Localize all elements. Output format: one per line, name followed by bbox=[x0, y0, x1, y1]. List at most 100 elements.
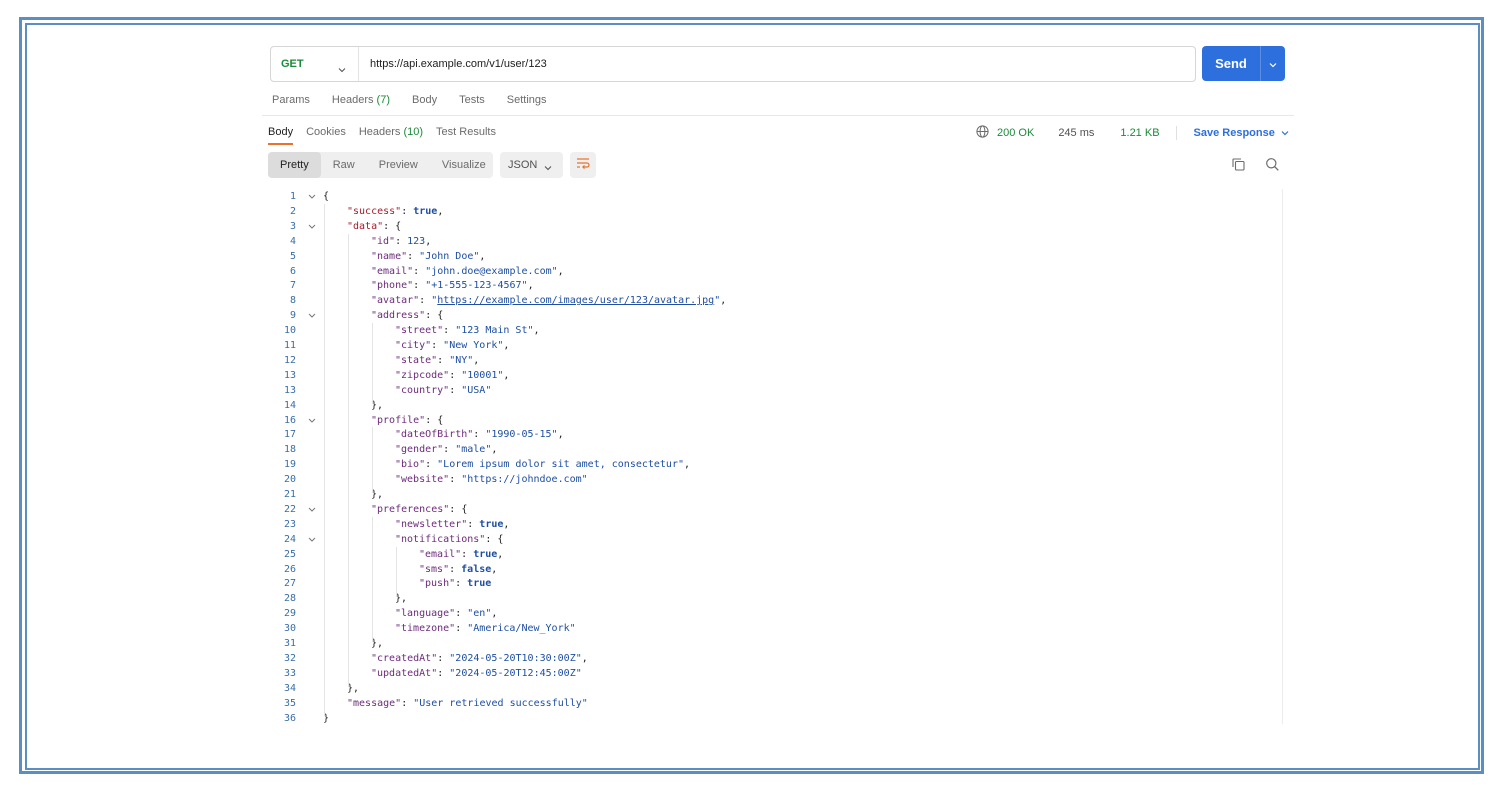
tab-response-headers[interactable]: Headers (10) bbox=[359, 126, 423, 145]
save-response-button[interactable]: Save Response bbox=[1194, 127, 1275, 139]
view-pretty-button[interactable]: Pretty bbox=[268, 152, 321, 178]
code-line: 27 "push": true bbox=[270, 576, 1270, 591]
line-number: 8 bbox=[289, 295, 296, 307]
code-token: "id" bbox=[371, 235, 396, 247]
format-select[interactable]: JSON bbox=[500, 152, 563, 178]
code-line: 23 "newsletter": true, bbox=[270, 517, 1270, 532]
response-body-viewer[interactable]: 1{2 "success": true, 3 "data": {4 "id": 123,… bbox=[270, 189, 1283, 724]
line-number: 17 bbox=[283, 429, 296, 441]
code-line: 20 "website": "https://johndoe.com" bbox=[270, 472, 1270, 487]
code-token: , bbox=[557, 429, 564, 441]
tab-test-results[interactable]: Test Results bbox=[436, 126, 496, 145]
code-token: : { bbox=[425, 310, 444, 322]
code-line: 21}, bbox=[270, 487, 1270, 502]
indent-guide bbox=[372, 516, 373, 642]
code-line: 25 "email": true, bbox=[270, 547, 1270, 562]
globe-icon[interactable] bbox=[976, 125, 989, 141]
code-token: "John Doe" bbox=[419, 250, 480, 262]
line-number: 10 bbox=[283, 325, 296, 337]
view-mode-group: Pretty Raw Preview Visualize bbox=[268, 152, 493, 178]
line-number: 9 bbox=[289, 310, 296, 322]
tab-settings[interactable]: Settings bbox=[507, 94, 547, 112]
code-token: "123 Main St" bbox=[455, 325, 534, 337]
meta-separator bbox=[1175, 126, 1177, 140]
code-line: 8 "avatar": "https://example.com/images/u… bbox=[270, 293, 1270, 308]
status-code[interactable]: 200 OK bbox=[997, 127, 1034, 139]
code-token: : bbox=[461, 548, 474, 560]
code-text: "street": "123 Main St", bbox=[395, 323, 540, 338]
code-token: : bbox=[419, 295, 432, 307]
code-text: "notifications": { bbox=[395, 532, 503, 547]
wrap-lines-button[interactable] bbox=[570, 152, 596, 178]
code-token: : bbox=[413, 265, 426, 277]
code-token: "2024-05-20T12:45:00Z" bbox=[449, 667, 582, 679]
tab-label: Tests bbox=[459, 94, 485, 106]
line-number: 24 bbox=[283, 533, 296, 545]
code-token: , bbox=[491, 444, 498, 456]
indent-guide bbox=[396, 546, 397, 598]
line-number: 25 bbox=[283, 548, 296, 560]
code-token: , bbox=[684, 459, 691, 471]
view-visualize-button[interactable]: Visualize bbox=[430, 152, 498, 178]
line-number: 30 bbox=[283, 623, 296, 635]
tab-tests[interactable]: Tests bbox=[459, 94, 485, 112]
code-token: "success" bbox=[347, 205, 402, 217]
code-token: , bbox=[425, 235, 432, 247]
line-number: 36 bbox=[283, 712, 296, 724]
line-number: 16 bbox=[283, 414, 296, 426]
code-token: "male" bbox=[455, 444, 492, 456]
code-token: , bbox=[533, 325, 540, 337]
code-token: : { bbox=[449, 503, 468, 515]
code-token: : bbox=[455, 608, 468, 620]
code-text: "updatedAt": "2024-05-20T12:45:00Z" bbox=[371, 666, 582, 681]
code-token: , bbox=[497, 548, 504, 560]
code-token: : bbox=[413, 280, 426, 292]
code-token: "name" bbox=[371, 250, 408, 262]
send-options-button[interactable] bbox=[1261, 46, 1285, 81]
code-text: "country": "USA" bbox=[395, 383, 491, 398]
viewer-border bbox=[1282, 189, 1283, 724]
line-number: 32 bbox=[283, 652, 296, 664]
tab-body[interactable]: Body bbox=[412, 94, 437, 112]
tab-headers[interactable]: Headers (7) bbox=[332, 94, 390, 112]
tab-label: Params bbox=[272, 94, 310, 106]
code-text: "data": { bbox=[347, 219, 401, 234]
tab-params[interactable]: Params bbox=[272, 94, 310, 112]
code-token: , bbox=[503, 518, 510, 530]
line-number: 11 bbox=[283, 340, 296, 351]
line-number: 5 bbox=[289, 250, 296, 262]
search-button[interactable] bbox=[1265, 157, 1280, 177]
line-number: 12 bbox=[283, 354, 296, 366]
code-link[interactable]: https://example.com/images/user/123/avat… bbox=[437, 295, 714, 306]
send-button[interactable]: Send bbox=[1202, 46, 1260, 81]
line-number: 20 bbox=[283, 474, 296, 486]
tab-label: Body bbox=[412, 94, 438, 106]
method-select[interactable]: GET bbox=[271, 47, 359, 81]
code-text: "bio": "Lorem ipsum dolor sit amet, cons… bbox=[395, 457, 690, 472]
response-time[interactable]: 245 ms bbox=[1058, 127, 1094, 139]
code-token: : bbox=[425, 459, 438, 471]
copy-button[interactable] bbox=[1231, 157, 1246, 177]
view-raw-button[interactable]: Raw bbox=[321, 152, 367, 178]
code-text: "createdAt": "2024-05-20T10:30:00Z", bbox=[371, 651, 588, 666]
code-token: : bbox=[443, 325, 456, 337]
code-token: "10001" bbox=[461, 369, 504, 381]
code-token: : { bbox=[425, 414, 444, 426]
tab-response-body[interactable]: Body bbox=[268, 126, 294, 145]
line-number: 14 bbox=[283, 399, 296, 411]
line-number: 3 bbox=[289, 220, 296, 232]
url-input[interactable]: https://api.example.com/v1/user/123 bbox=[370, 47, 1185, 81]
code-text: "sms": false, bbox=[419, 562, 497, 577]
code-token: true bbox=[479, 518, 504, 530]
code-token: 123 bbox=[407, 235, 426, 247]
tab-cookies[interactable]: Cookies bbox=[306, 126, 346, 145]
chevron-down-icon[interactable] bbox=[1281, 127, 1289, 139]
code-token: , bbox=[527, 280, 534, 292]
line-number: 29 bbox=[283, 608, 296, 620]
response-size[interactable]: 1.21 KB bbox=[1120, 127, 1159, 139]
view-preview-button[interactable]: Preview bbox=[367, 152, 430, 178]
code-token: "User retrieved successfully" bbox=[413, 697, 588, 709]
code-token: , bbox=[491, 608, 498, 620]
code-token: : bbox=[431, 340, 444, 351]
tab-label: Test Results bbox=[436, 126, 496, 138]
